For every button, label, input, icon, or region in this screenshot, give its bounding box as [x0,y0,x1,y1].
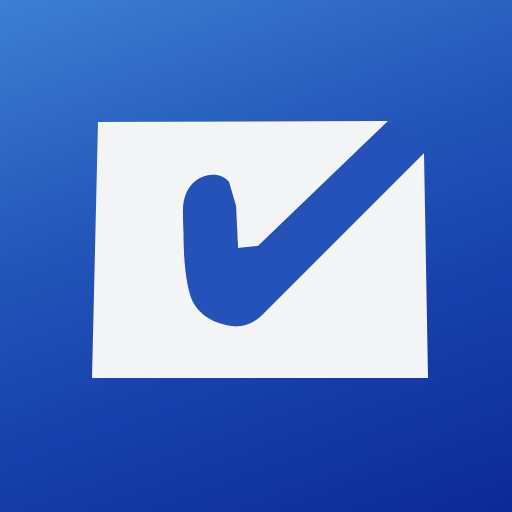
checkbox-check-icon [92,121,428,378]
app-icon [0,0,512,512]
